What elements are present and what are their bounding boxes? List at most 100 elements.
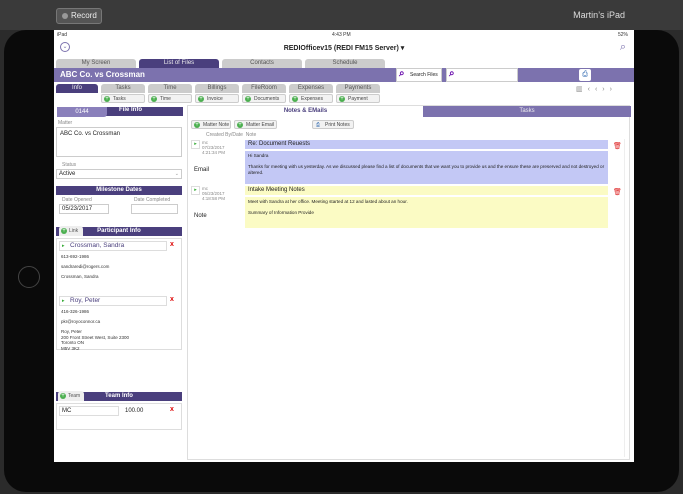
record-label: Record — [71, 11, 97, 20]
status-label: Status — [62, 162, 77, 168]
date-opened-label: Date Opened — [62, 197, 92, 203]
team-percent: 100.00 — [125, 408, 144, 414]
delete-icon[interactable]: x — [170, 296, 174, 303]
label: Tasks — [113, 96, 126, 102]
plus-icon: + — [104, 96, 110, 102]
tab-tasks[interactable]: Tasks — [423, 106, 631, 117]
link-label: Link — [69, 228, 79, 234]
add-expenses-button[interactable]: + Expenses — [289, 94, 333, 103]
participant-email: sandraredi@rogers.com — [61, 264, 110, 269]
status-bar: iPad 4:43 PM 52% — [54, 30, 634, 39]
search-icon[interactable]: ⌕ — [620, 41, 626, 54]
address-line: M5V 3K2 — [61, 345, 80, 351]
search-input[interactable]: ⌕ — [446, 68, 518, 82]
add-time-button[interactable]: + Time — [148, 94, 192, 103]
participant-name: Roy, Peter — [70, 297, 101, 304]
delete-icon[interactable]: x — [170, 241, 174, 248]
carrier: iPad — [57, 32, 68, 38]
subtab-expenses[interactable]: Expenses — [289, 84, 333, 93]
add-tasks-button[interactable]: + Tasks — [101, 94, 145, 103]
note-body[interactable]: Meet with Sandra at her office. Meeting … — [245, 197, 608, 228]
tab-notes-emails[interactable]: Notes & EMails — [188, 106, 423, 117]
note-subject[interactable]: Re: Document Reuests — [245, 140, 608, 149]
matter-email-button[interactable]: + Matter Email — [234, 120, 277, 129]
expand-icon[interactable]: ▸ — [191, 140, 200, 149]
print-icon[interactable]: ⎙ — [579, 69, 591, 81]
tab-contacts[interactable]: Contacts — [222, 59, 302, 68]
date-opened-field[interactable]: 05/23/2017 — [59, 204, 109, 214]
subtab-payments[interactable]: Payments — [336, 84, 380, 93]
subtab-info[interactable]: Info — [56, 84, 98, 93]
tab-schedule[interactable]: Schedule — [305, 59, 385, 68]
file-header: ABC Co. vs Crossman ⌕ Search Files ⌕ ⎙ — [54, 68, 634, 82]
search-icon: ⌕ — [449, 68, 455, 79]
trash-icon[interactable]: 🗑 — [613, 188, 622, 196]
label: Invoice — [207, 96, 223, 102]
body-line: Summary of Information Provide — [248, 210, 314, 215]
subtab-time[interactable]: Time — [148, 84, 192, 93]
participant-phone: 613-692-1986 — [61, 254, 90, 259]
plus-icon: + — [292, 96, 298, 102]
file-title: ABC Co. vs Crossman — [60, 70, 145, 79]
trash-icon[interactable]: 🗑 — [613, 142, 622, 150]
status-select[interactable]: Active ⌄ — [56, 169, 182, 179]
record-icon — [62, 13, 68, 19]
body-line: Meet with Sandra at her office. Meeting … — [248, 199, 408, 204]
plus-icon: + — [194, 122, 200, 128]
note-type: Email — [194, 167, 210, 173]
print-icon: ⎙ — [316, 122, 321, 128]
label: Matter Note — [203, 122, 230, 128]
tab-my-screen[interactable]: My Screen — [56, 59, 136, 68]
date-completed-label: Date Completed — [134, 197, 171, 203]
note-type: Note — [194, 213, 207, 219]
date-completed-field[interactable] — [131, 204, 178, 214]
link-button[interactable]: + Link — [59, 226, 83, 236]
expand-icon[interactable]: ▸ — [191, 186, 200, 195]
expand-icon: ▸ — [62, 298, 65, 304]
label: Documents — [254, 96, 280, 102]
status-value: Active — [59, 171, 76, 177]
label: Print Notes — [325, 122, 350, 128]
add-invoice-button[interactable]: + Invoice — [195, 94, 239, 103]
note-body[interactable]: Hi Sandra Thanks for meeting with us yest… — [245, 151, 608, 184]
team-member-select[interactable]: MC — [59, 406, 119, 416]
note-subject[interactable]: Intake Meeting Notes — [245, 186, 608, 195]
participant-select[interactable]: ▸ Roy, Peter — [59, 296, 167, 306]
plus-icon: + — [339, 96, 345, 102]
scrollbar[interactable] — [624, 139, 630, 457]
add-payment-button[interactable]: + Payment — [336, 94, 380, 103]
subtab-fileroom[interactable]: FileRoom — [242, 84, 286, 93]
plus-icon: + — [61, 228, 67, 234]
record-navigation[interactable]: ▥‹‹›› — [576, 85, 617, 93]
menu-chevron-icon[interactable]: ⌄ — [60, 42, 70, 52]
subtab-billings[interactable]: Billings — [195, 84, 239, 93]
file-number: 0144 — [57, 107, 107, 117]
home-button[interactable] — [18, 266, 40, 288]
body-line: Hi Sandra — [248, 153, 269, 158]
participant-name: Crossman, Sandra — [70, 242, 125, 249]
note-meta: mc 05/23/2017 4:18:58 PM — [202, 186, 225, 201]
column-headers: Created By/Date Note — [206, 132, 256, 138]
tab-list-of-files[interactable]: List of Files — [139, 59, 219, 68]
label: Time — [160, 96, 171, 102]
matter-field[interactable]: ABC Co. vs Crossman — [56, 127, 182, 157]
col-created: Created By/Date — [206, 132, 243, 138]
participant-phone: 416-326-1986 — [61, 309, 90, 314]
plus-icon: + — [237, 122, 243, 128]
col-note: Note — [245, 132, 257, 138]
app-title[interactable]: REDIOfficev15 (REDI FM15 Server) ▾ — [254, 44, 434, 52]
participant-address: Roy, Peter 200 Front Street West, Suite 2… — [61, 329, 129, 351]
search-files-button[interactable]: ⌕ Search Files — [396, 68, 442, 82]
search-files-label: Search Files — [410, 72, 438, 78]
record-button[interactable]: Record — [56, 8, 102, 24]
print-notes-button[interactable]: ⎙ Print Notes — [312, 120, 354, 129]
delete-icon[interactable]: x — [170, 406, 174, 413]
team-list: MC 100.00 x — [56, 403, 182, 430]
note-row: ▸ mc 07/23/2017 4:21:34 PM Email Re: Docum… — [188, 139, 628, 184]
add-team-button[interactable]: + Team — [58, 391, 84, 401]
subtab-tasks[interactable]: Tasks — [101, 84, 145, 93]
participant-select[interactable]: ▸ Crossman, Sandra — [59, 241, 167, 251]
note-time: 4:18:58 PM — [202, 196, 226, 201]
matter-note-button[interactable]: + Matter Note — [191, 120, 231, 129]
add-documents-button[interactable]: + Documents — [242, 94, 286, 103]
